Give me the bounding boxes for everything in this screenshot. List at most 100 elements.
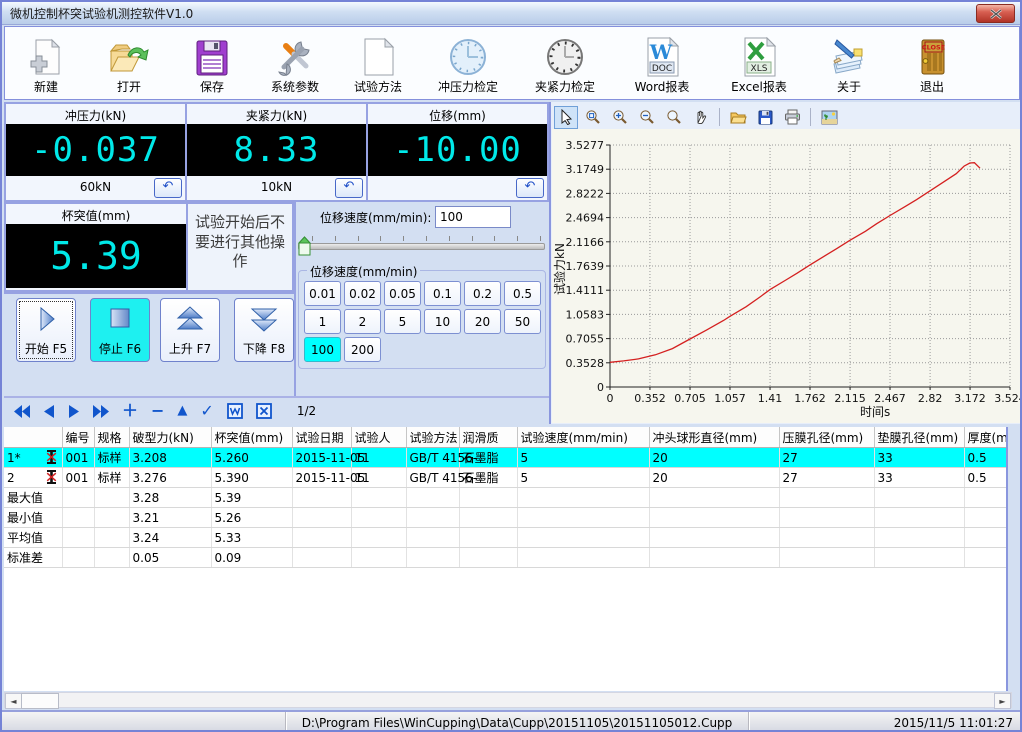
background-image-button[interactable] [817,106,841,129]
header-cell: 厚度(mm) [964,427,1008,448]
svg-text:3.524: 3.524 [994,392,1022,405]
toolbar-button-save[interactable]: 保存 [175,31,249,95]
nav-post-button[interactable]: ✓ [200,404,213,418]
nav-first-button[interactable] [14,405,31,418]
toolbar-button-test-method[interactable]: 试验方法 [341,31,415,95]
svg-text:0.352: 0.352 [634,392,666,405]
toolbar-button-system-params[interactable]: 系统参数 [258,31,332,95]
speed-option-0.2[interactable]: 0.2 [464,281,501,306]
data-cell: 20 [649,468,779,488]
nav-last-button[interactable] [92,405,109,418]
toolbar-button-word-report[interactable]: WDOCWord报表 [618,31,706,95]
print-curve-button[interactable] [780,106,804,129]
speed-option-0.01[interactable]: 0.01 [304,281,341,306]
speed-option-50[interactable]: 50 [504,309,541,334]
horizontal-scrollbar[interactable]: ◄ ► [4,692,1012,708]
play-icon [33,306,59,335]
data-cell: 0.5 [964,468,1008,488]
toolbar-button-excel-report[interactable]: XLSExcel报表 [715,31,803,95]
speed-option-2[interactable]: 2 [344,309,381,334]
data-cell: 5.390 [211,468,292,488]
data-cell: 3.276 [129,468,211,488]
speed-option-1[interactable]: 1 [304,309,341,334]
toolbar-button-punch-force-cal[interactable]: 冲压力检定 [424,31,512,95]
meter-value-display: 8.33 [187,124,366,176]
excel-xls-icon: XLS [741,33,777,77]
scroll-right-button[interactable]: ► [994,693,1011,709]
speed-option-10[interactable]: 10 [424,309,461,334]
data-cell: 11 [351,468,406,488]
speed-option-0.02[interactable]: 0.02 [344,281,381,306]
save-curve-button[interactable] [753,106,777,129]
data-cell: 标样 [94,468,129,488]
speed-input[interactable] [435,206,511,228]
meter-reset-button[interactable]: ↶ [154,178,182,198]
gray-gauge-icon [545,33,585,77]
zoom-reset-button[interactable] [662,106,686,129]
stats-cell [459,528,517,548]
scroll-thumb[interactable] [21,693,59,709]
stats-cell [649,508,779,528]
data-cell: 5.260 [211,448,292,468]
zoom-in-button[interactable] [608,106,632,129]
stats-cell [779,548,874,568]
speed-options-grid: 0.010.020.050.10.20.5 125102050 100200 [304,281,541,362]
data-cell: 2015-11-05 [292,468,351,488]
scroll-left-button[interactable]: ◄ [5,693,22,709]
nav-edit-button[interactable]: ▲ [177,404,187,418]
pan-hand-button[interactable] [689,106,713,129]
speed-option-200[interactable]: 200 [344,337,381,362]
svg-text:2.115: 2.115 [834,392,866,405]
cursor-tool-button[interactable] [554,106,578,129]
stats-label-cell: 平均值 [4,528,62,548]
toolbar-button-exit[interactable]: CLOSE退出 [895,31,969,95]
table-row[interactable]: 1*001标样3.2085.2602015-11-0511GB/T 4156-石… [4,448,1008,468]
meter-panel-2: 位移(mm)-10.00↶ [366,102,549,202]
table-row[interactable]: 2001标样3.2765.3902015-11-0511GB/T 4156-石墨… [4,468,1008,488]
stats-cell [292,528,351,548]
zoom-window-button[interactable] [581,106,605,129]
word-doc-icon: WDOC [644,33,680,77]
speed-option-0.5[interactable]: 0.5 [504,281,541,306]
svg-text:1.057: 1.057 [714,392,746,405]
slider-track[interactable] [298,243,545,250]
speed-options-group: 位移速度(mm/min) 0.010.020.050.10.20.5125102… [298,270,546,369]
zoom-out-button[interactable] [635,106,659,129]
meter-reset-button[interactable]: ↶ [516,178,544,198]
control-button-stop[interactable]: 停止 F6 [90,298,150,362]
slider-thumb-icon[interactable] [298,236,311,259]
stats-cell [649,488,779,508]
nav-next-button[interactable] [68,405,79,418]
data-cell: 27 [779,448,874,468]
divider [294,202,296,396]
data-cell: 石墨脂 [459,468,517,488]
toolbar-button-about[interactable]: 关于 [812,31,886,95]
control-button-start[interactable]: 开始 F5 [16,298,76,362]
stats-cell [62,508,94,528]
meter-range-label: 60kN [80,180,111,194]
meter-reset-button[interactable]: ↶ [335,178,363,198]
control-button-up[interactable]: 上升 F7 [160,298,220,362]
close-button[interactable] [976,4,1015,23]
toolbar-button-label: Excel报表 [731,78,787,95]
speed-option-0.05[interactable]: 0.05 [384,281,421,306]
nav-add-button[interactable]: ＋ [122,404,138,418]
nav-delete-button[interactable]: − [151,404,164,418]
open-curve-button[interactable] [726,106,750,129]
speed-slider[interactable] [298,236,545,258]
stats-cell [406,548,459,568]
speed-option-5[interactable]: 5 [384,309,421,334]
speed-option-0.1[interactable]: 0.1 [424,281,461,306]
close-icon [990,9,1002,19]
control-button-down[interactable]: 下降 F8 [234,298,294,362]
toolbar-button-new[interactable]: 新建 [9,31,83,95]
stats-cell [406,508,459,528]
toolbar-button-open[interactable]: 打开 [92,31,166,95]
speed-option-100[interactable]: 100 [304,337,341,362]
toolbar-button-clamp-force-cal[interactable]: 夹紧力检定 [521,31,609,95]
nav-word-export-button[interactable] [227,403,243,419]
nav-prev-button[interactable] [44,405,55,418]
nav-excel-export-button[interactable] [256,403,272,419]
speed-option-20[interactable]: 20 [464,309,501,334]
chart-area[interactable]: 00.3520.7051.0571.411.7622.1152.4672.823… [552,129,1021,423]
